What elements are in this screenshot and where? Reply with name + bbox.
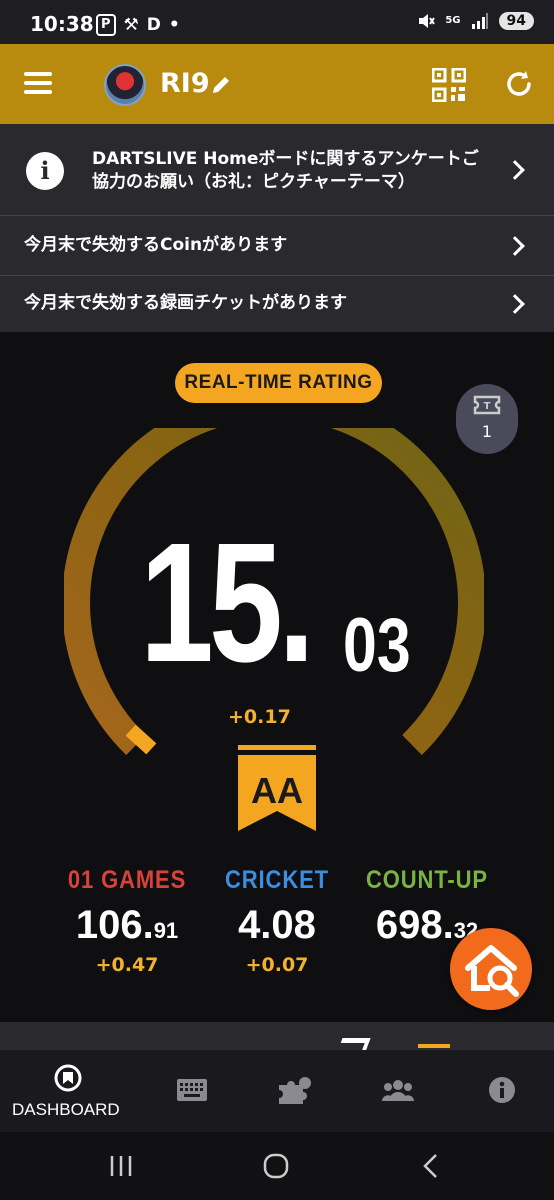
menu-icon-bar bbox=[24, 90, 52, 94]
section-accent-bar bbox=[418, 1044, 450, 1048]
system-indicators: 5G 94 bbox=[417, 12, 534, 30]
keyboard-icon[interactable] bbox=[176, 1078, 208, 1102]
hammer-icon: ⚒ bbox=[123, 15, 139, 35]
recent-apps-icon[interactable] bbox=[108, 1152, 134, 1180]
pencil-icon[interactable] bbox=[210, 74, 232, 96]
notice-list: i DARTSLIVE Homeボードに関するアンケートご協力のお願い（お礼：ピ… bbox=[0, 124, 554, 332]
rating-panel: REAL-TIME RATING T 1 15. 03 +0.17 AA 01 … bbox=[0, 332, 554, 1022]
notice-coin-expiry[interactable]: 今月末で失効するCoinがあります bbox=[0, 216, 554, 276]
rating-delta: +0.17 bbox=[228, 706, 291, 728]
chevron-right-icon bbox=[505, 294, 525, 314]
nav-dashboard[interactable]: DASHBOARD bbox=[0, 1050, 138, 1132]
app-header: RI9 bbox=[0, 44, 554, 124]
info-icon[interactable] bbox=[488, 1076, 516, 1104]
notice-ticket-expiry[interactable]: 今月末で失効する録画チケットがあります bbox=[0, 276, 554, 332]
notice-text: DARTSLIVE Homeボードに関するアンケートご協力のお願い（お礼：ピクチ… bbox=[92, 149, 479, 192]
dashboard-icon bbox=[54, 1064, 82, 1092]
chevron-right-icon bbox=[505, 160, 525, 180]
stat-delta: +0.47 bbox=[95, 954, 159, 976]
rating-decimal: 03 bbox=[343, 603, 411, 688]
p-app-icon: P bbox=[96, 14, 116, 36]
menu-icon-bar bbox=[24, 72, 52, 76]
status-bar: 10:38 P ⚒ D • 5G 94 bbox=[0, 0, 554, 44]
notice-text: 今月末で失効する録画チケットがあります bbox=[24, 293, 347, 313]
stat-delta: +0.07 bbox=[245, 954, 309, 976]
realtime-rating-pill[interactable]: REAL-TIME RATING bbox=[175, 363, 382, 403]
stat-value: 106.91 bbox=[75, 903, 179, 947]
rating-integer: 15. bbox=[140, 508, 315, 698]
dot-icon: • bbox=[168, 15, 180, 35]
qr-code-icon[interactable] bbox=[432, 68, 466, 102]
stat-label: 01 GAMES bbox=[67, 866, 187, 894]
notification-icons: P ⚒ D • bbox=[96, 14, 180, 36]
network-indicator: 5G bbox=[445, 15, 461, 26]
home-search-button[interactable] bbox=[450, 928, 532, 1010]
ticket-icon: T bbox=[473, 395, 501, 415]
menu-icon-bar bbox=[24, 81, 52, 85]
user-name[interactable]: RI9 bbox=[160, 68, 210, 99]
mute-icon bbox=[419, 14, 436, 28]
info-icon: i bbox=[26, 152, 64, 190]
svg-text:T: T bbox=[484, 401, 491, 412]
back-icon[interactable] bbox=[420, 1152, 442, 1180]
avatar[interactable] bbox=[104, 64, 146, 106]
notice-survey[interactable]: i DARTSLIVE Homeボードに関するアンケートご協力のお願い（お礼：ピ… bbox=[0, 124, 554, 216]
notice-text: 今月末で失効するCoinがあります bbox=[24, 235, 288, 255]
people-icon[interactable] bbox=[382, 1078, 414, 1102]
signal-icon bbox=[471, 13, 488, 29]
d-app-icon: D bbox=[146, 15, 161, 35]
chevron-right-icon bbox=[505, 236, 525, 256]
home-search-icon bbox=[465, 945, 519, 997]
nav-label: DASHBOARD bbox=[12, 1100, 120, 1119]
stat-label: COUNT-UP bbox=[366, 866, 488, 894]
stat-01-games[interactable]: 01 GAMES 106.91 +0.47 bbox=[42, 866, 212, 976]
menu-button[interactable] bbox=[24, 72, 52, 96]
battery-indicator: 94 bbox=[498, 12, 534, 30]
home-icon[interactable] bbox=[262, 1152, 290, 1180]
next-section-peek bbox=[0, 1022, 554, 1052]
status-time: 10:38 bbox=[30, 12, 94, 36]
stat-label: CRICKET bbox=[225, 866, 329, 894]
bottom-navigation: DASHBOARD bbox=[0, 1050, 554, 1132]
grade-label: AA bbox=[251, 770, 303, 811]
system-navigation bbox=[0, 1132, 554, 1200]
stat-cricket[interactable]: CRICKET 4.08 +0.07 bbox=[192, 866, 362, 976]
refresh-icon[interactable] bbox=[503, 68, 535, 100]
stat-value: 4.08 bbox=[238, 903, 316, 947]
puzzle-icon[interactable] bbox=[277, 1075, 313, 1105]
